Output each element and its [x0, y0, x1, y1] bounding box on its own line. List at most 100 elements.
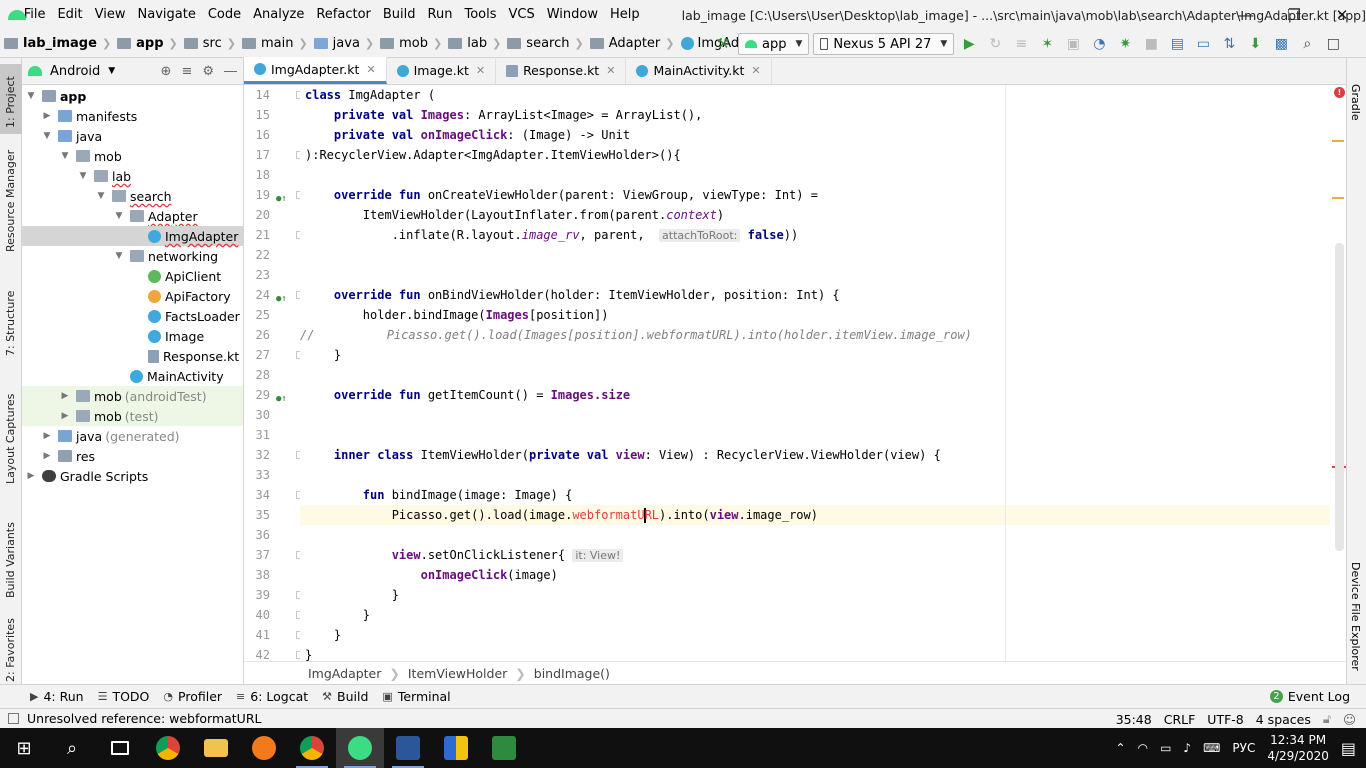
tree-item-manifests[interactable]: ▶ manifests — [22, 106, 243, 126]
run-config-select[interactable]: app ▼ — [738, 33, 810, 55]
collapse-toolbar-icon[interactable]: □ — [1322, 33, 1344, 55]
close-tab-icon[interactable]: ✕ — [606, 64, 615, 77]
inspector-icon[interactable]: ☺ — [1343, 712, 1356, 727]
tree-item-lab[interactable]: ▼ lab — [22, 166, 243, 186]
line-number[interactable]: 25 — [244, 305, 300, 325]
tree-item-java-generated[interactable]: ▶ java (generated) — [22, 426, 243, 446]
attach-process-icon[interactable]: ✷ — [1114, 33, 1136, 55]
breadcrumb-search[interactable]: search ❯ — [503, 36, 585, 51]
line-number[interactable]: 36 — [244, 525, 300, 545]
override-marker-icon[interactable]: ●↑ — [276, 289, 287, 304]
chevron-down-icon[interactable]: ▼ — [112, 211, 126, 221]
close-tab-icon[interactable]: ✕ — [476, 64, 485, 77]
tree-item-mainactivity[interactable]: MainActivity — [22, 366, 243, 386]
maximize-icon[interactable]: ❐ — [1270, 0, 1318, 30]
line-number[interactable]: 24 ●↑ — [244, 285, 304, 305]
menu-analyze[interactable]: Analyze — [247, 0, 310, 30]
breadcrumb-java[interactable]: java ❯ — [310, 36, 376, 51]
tree-item-apifactory[interactable]: ApiFactory — [22, 286, 243, 306]
tool-run[interactable]: ▶ 4: Run — [30, 689, 84, 704]
wifi-icon[interactable]: ◠ — [1138, 741, 1148, 755]
override-marker-icon[interactable]: ●↑ — [276, 389, 287, 404]
taskbar-chrome-profile[interactable] — [288, 728, 336, 768]
tab-build-variants[interactable]: Build Variants — [0, 514, 22, 606]
menu-vcs[interactable]: VCS — [503, 0, 541, 30]
chevron-down-icon[interactable]: ▼ — [58, 151, 72, 161]
unresolved-reference[interactable]: webformatU — [572, 508, 644, 522]
tree-item-networking[interactable]: ▼ networking — [22, 246, 243, 266]
warning-marker[interactable] — [1332, 140, 1344, 142]
breadcrumb-lab-image[interactable]: lab_image ❯ — [0, 36, 113, 51]
menu-refactor[interactable]: Refactor — [310, 0, 377, 30]
taskbar-word[interactable] — [384, 728, 432, 768]
menu-build[interactable]: Build — [377, 0, 422, 30]
toggle-tool-windows-icon[interactable] — [8, 713, 19, 724]
tool-profiler[interactable]: ◔ Profiler — [163, 689, 222, 704]
tab-image[interactable]: Image.kt ✕ — [387, 57, 497, 84]
tab-favorites[interactable]: 2: Favorites — [0, 618, 22, 686]
warning-marker[interactable] — [1332, 197, 1344, 199]
keyboard-icon[interactable]: ⌨ — [1203, 741, 1220, 755]
menu-help[interactable]: Help — [604, 0, 646, 30]
battery-icon[interactable]: ▭ — [1160, 741, 1171, 755]
caret-position[interactable]: 35:48 — [1116, 712, 1152, 727]
debug-icon[interactable]: ✶ — [1036, 33, 1058, 55]
tree-item-mob-test[interactable]: ▶ mob (test) — [22, 406, 243, 426]
volume-icon[interactable]: ♪ — [1183, 741, 1191, 755]
lock-icon[interactable]: 🔓︎ — [1323, 711, 1331, 727]
tree-item-adapter[interactable]: ▼ Adapter — [22, 206, 243, 226]
chevron-down-icon[interactable]: ▼ — [112, 251, 126, 261]
tree-item-mob[interactable]: ▼ mob — [22, 146, 243, 166]
tree-item-mob-androidtest[interactable]: ▶ mob (androidTest) — [22, 386, 243, 406]
line-number[interactable]: 39 — [244, 585, 304, 605]
file-encoding[interactable]: UTF-8 — [1207, 712, 1243, 727]
taskbar-search[interactable]: ⌕ — [48, 728, 96, 768]
code-crumb-function[interactable]: bindImage() — [534, 666, 610, 681]
line-number[interactable]: 26 — [244, 325, 300, 345]
avd-manager-icon[interactable]: ▭ — [1192, 33, 1214, 55]
chevron-right-icon[interactable]: ▶ — [40, 451, 54, 461]
taskbar-android-studio[interactable] — [336, 728, 384, 768]
menu-navigate[interactable]: Navigate — [132, 0, 202, 30]
line-number[interactable]: 29 ●↑ — [244, 385, 300, 405]
tab-device-file-explorer[interactable]: Device File Explorer — [1347, 554, 1366, 684]
code-editor[interactable]: class ImgAdapter ( private val Images: A… — [300, 85, 1346, 661]
task-view[interactable] — [96, 728, 144, 768]
line-number[interactable]: 17 — [244, 145, 304, 165]
tree-item-java[interactable]: ▼ java — [22, 126, 243, 146]
override-marker-icon[interactable]: ●↑ — [276, 189, 287, 204]
line-number[interactable]: 22 — [244, 245, 300, 265]
tab-project[interactable]: 1: Project — [0, 64, 22, 134]
chevron-down-icon[interactable]: ▼ — [24, 91, 38, 101]
indent-setting[interactable]: 4 spaces — [1256, 712, 1311, 727]
line-number[interactable]: 41 — [244, 625, 304, 645]
line-number[interactable]: 27 — [244, 345, 304, 365]
stop-icon[interactable]: ■ — [1140, 33, 1162, 55]
taskbar-chrome[interactable] — [144, 728, 192, 768]
close-tab-icon[interactable]: ✕ — [751, 64, 760, 77]
tab-mainactivity[interactable]: MainActivity.kt ✕ — [626, 57, 772, 84]
menu-view[interactable]: View — [89, 0, 132, 30]
tree-item-factsloader[interactable]: FactsLoader — [22, 306, 243, 326]
chevron-right-icon[interactable]: ▶ — [40, 431, 54, 441]
tab-gradle[interactable]: Gradle — [1347, 62, 1366, 121]
tree-item-image[interactable]: Image — [22, 326, 243, 346]
breadcrumb-adapter[interactable]: Adapter ❯ — [586, 36, 677, 51]
chevron-up-icon[interactable]: ⌃ — [1116, 741, 1126, 755]
tree-item-res[interactable]: ▶ res — [22, 446, 243, 466]
gear-icon[interactable]: ⚙ — [202, 64, 214, 79]
hide-panel-icon[interactable]: ― — [224, 64, 237, 79]
line-number[interactable]: 30 — [244, 405, 300, 425]
project-structure-icon[interactable]: ▤ — [1166, 33, 1188, 55]
line-number[interactable]: 21 — [244, 225, 304, 245]
chevron-right-icon[interactable]: ▶ — [40, 111, 54, 121]
tool-terminal[interactable]: ▣ Terminal — [382, 689, 450, 704]
code-crumb-class[interactable]: ImgAdapter — [308, 666, 381, 681]
clock[interactable]: 12:34 PM 4/29/2020 — [1267, 732, 1329, 764]
tool-build[interactable]: ⚒ Build — [322, 689, 368, 704]
line-number[interactable]: 33 — [244, 465, 300, 485]
vertical-scrollbar[interactable] — [1335, 243, 1344, 551]
menu-edit[interactable]: Edit — [51, 0, 88, 30]
taskbar-security[interactable] — [432, 728, 480, 768]
chevron-right-icon[interactable]: ▶ — [58, 391, 72, 401]
